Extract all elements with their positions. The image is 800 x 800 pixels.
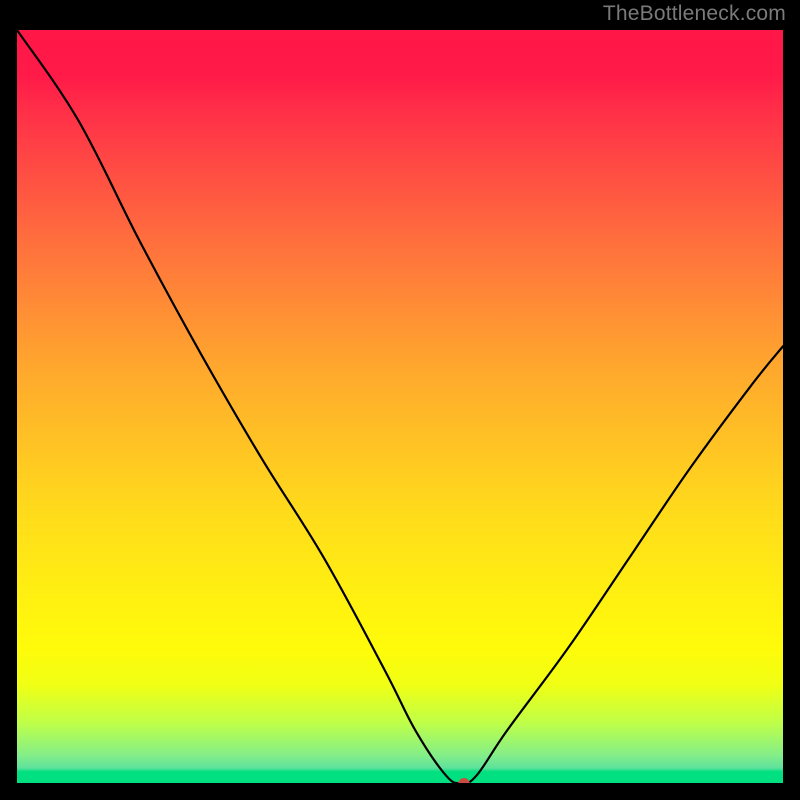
bottleneck-curve-svg (17, 30, 783, 783)
bottleneck-curve-path (17, 30, 783, 783)
chart-frame: TheBottleneck.com (0, 0, 800, 800)
plot-area (15, 28, 785, 785)
watermark-text: TheBottleneck.com (603, 2, 786, 26)
